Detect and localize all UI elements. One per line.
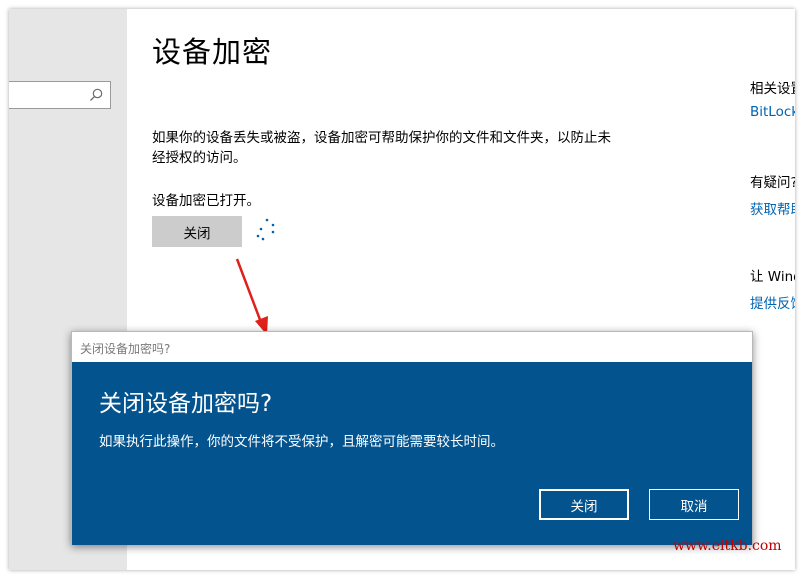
questions-heading: 有疑问? <box>750 175 795 191</box>
settings-window: 设备加密 如果你的设备丢失或被盗，设备加密可帮助保护你的文件和文件夹，以防止未经… <box>9 9 795 570</box>
site-watermark: www.eitkb.com <box>673 538 782 554</box>
dialog-titlebar-text: 关闭设备加密吗? <box>80 342 171 356</box>
dialog-message: 如果执行此操作，你的文件将不受保护，且解密可能需要较长时间。 <box>99 434 504 450</box>
cancel-button[interactable]: 取消 <box>649 489 739 520</box>
get-help-link[interactable]: 获取帮助 <box>750 198 795 218</box>
screenshot-frame: 设备加密 如果你的设备丢失或被盗，设备加密可帮助保护你的文件和文件夹，以防止未经… <box>0 0 806 579</box>
dialog-body: 关闭设备加密吗? 如果执行此操作，你的文件将不受保护，且解密可能需要较长时间。 … <box>72 362 752 545</box>
search-input[interactable] <box>9 81 111 109</box>
search-icon[interactable] <box>88 87 104 103</box>
confirm-dialog: 关闭设备加密吗? 关闭设备加密吗? 如果执行此操作，你的文件将不受保护，且解密可… <box>71 331 753 545</box>
red-arrow-annotation <box>235 258 268 335</box>
related-settings-heading: 相关设置 <box>750 81 795 97</box>
give-feedback-link[interactable]: 提供反馈 <box>750 292 795 312</box>
related-settings-pane: 相关设置 BitLocker 有疑问? 获取帮助 让 Windows 提供反馈 <box>750 9 795 570</box>
encryption-status: 设备加密已打开。 <box>152 193 260 209</box>
encryption-description: 如果你的设备丢失或被盗，设备加密可帮助保护你的文件和文件夹，以防止未经授权的访问… <box>152 130 611 166</box>
dialog-titlebar[interactable]: 关闭设备加密吗? <box>72 332 752 362</box>
confirm-turn-off-button[interactable]: 关闭 <box>539 489 629 520</box>
page-title: 设备加密 <box>152 35 273 69</box>
loading-spinner-icon <box>256 218 275 241</box>
feedback-heading: 让 Windows <box>750 269 795 285</box>
dialog-heading: 关闭设备加密吗? <box>99 391 273 417</box>
bitlocker-link[interactable]: BitLocker <box>750 104 795 120</box>
turn-off-button[interactable]: 关闭 <box>152 216 242 247</box>
